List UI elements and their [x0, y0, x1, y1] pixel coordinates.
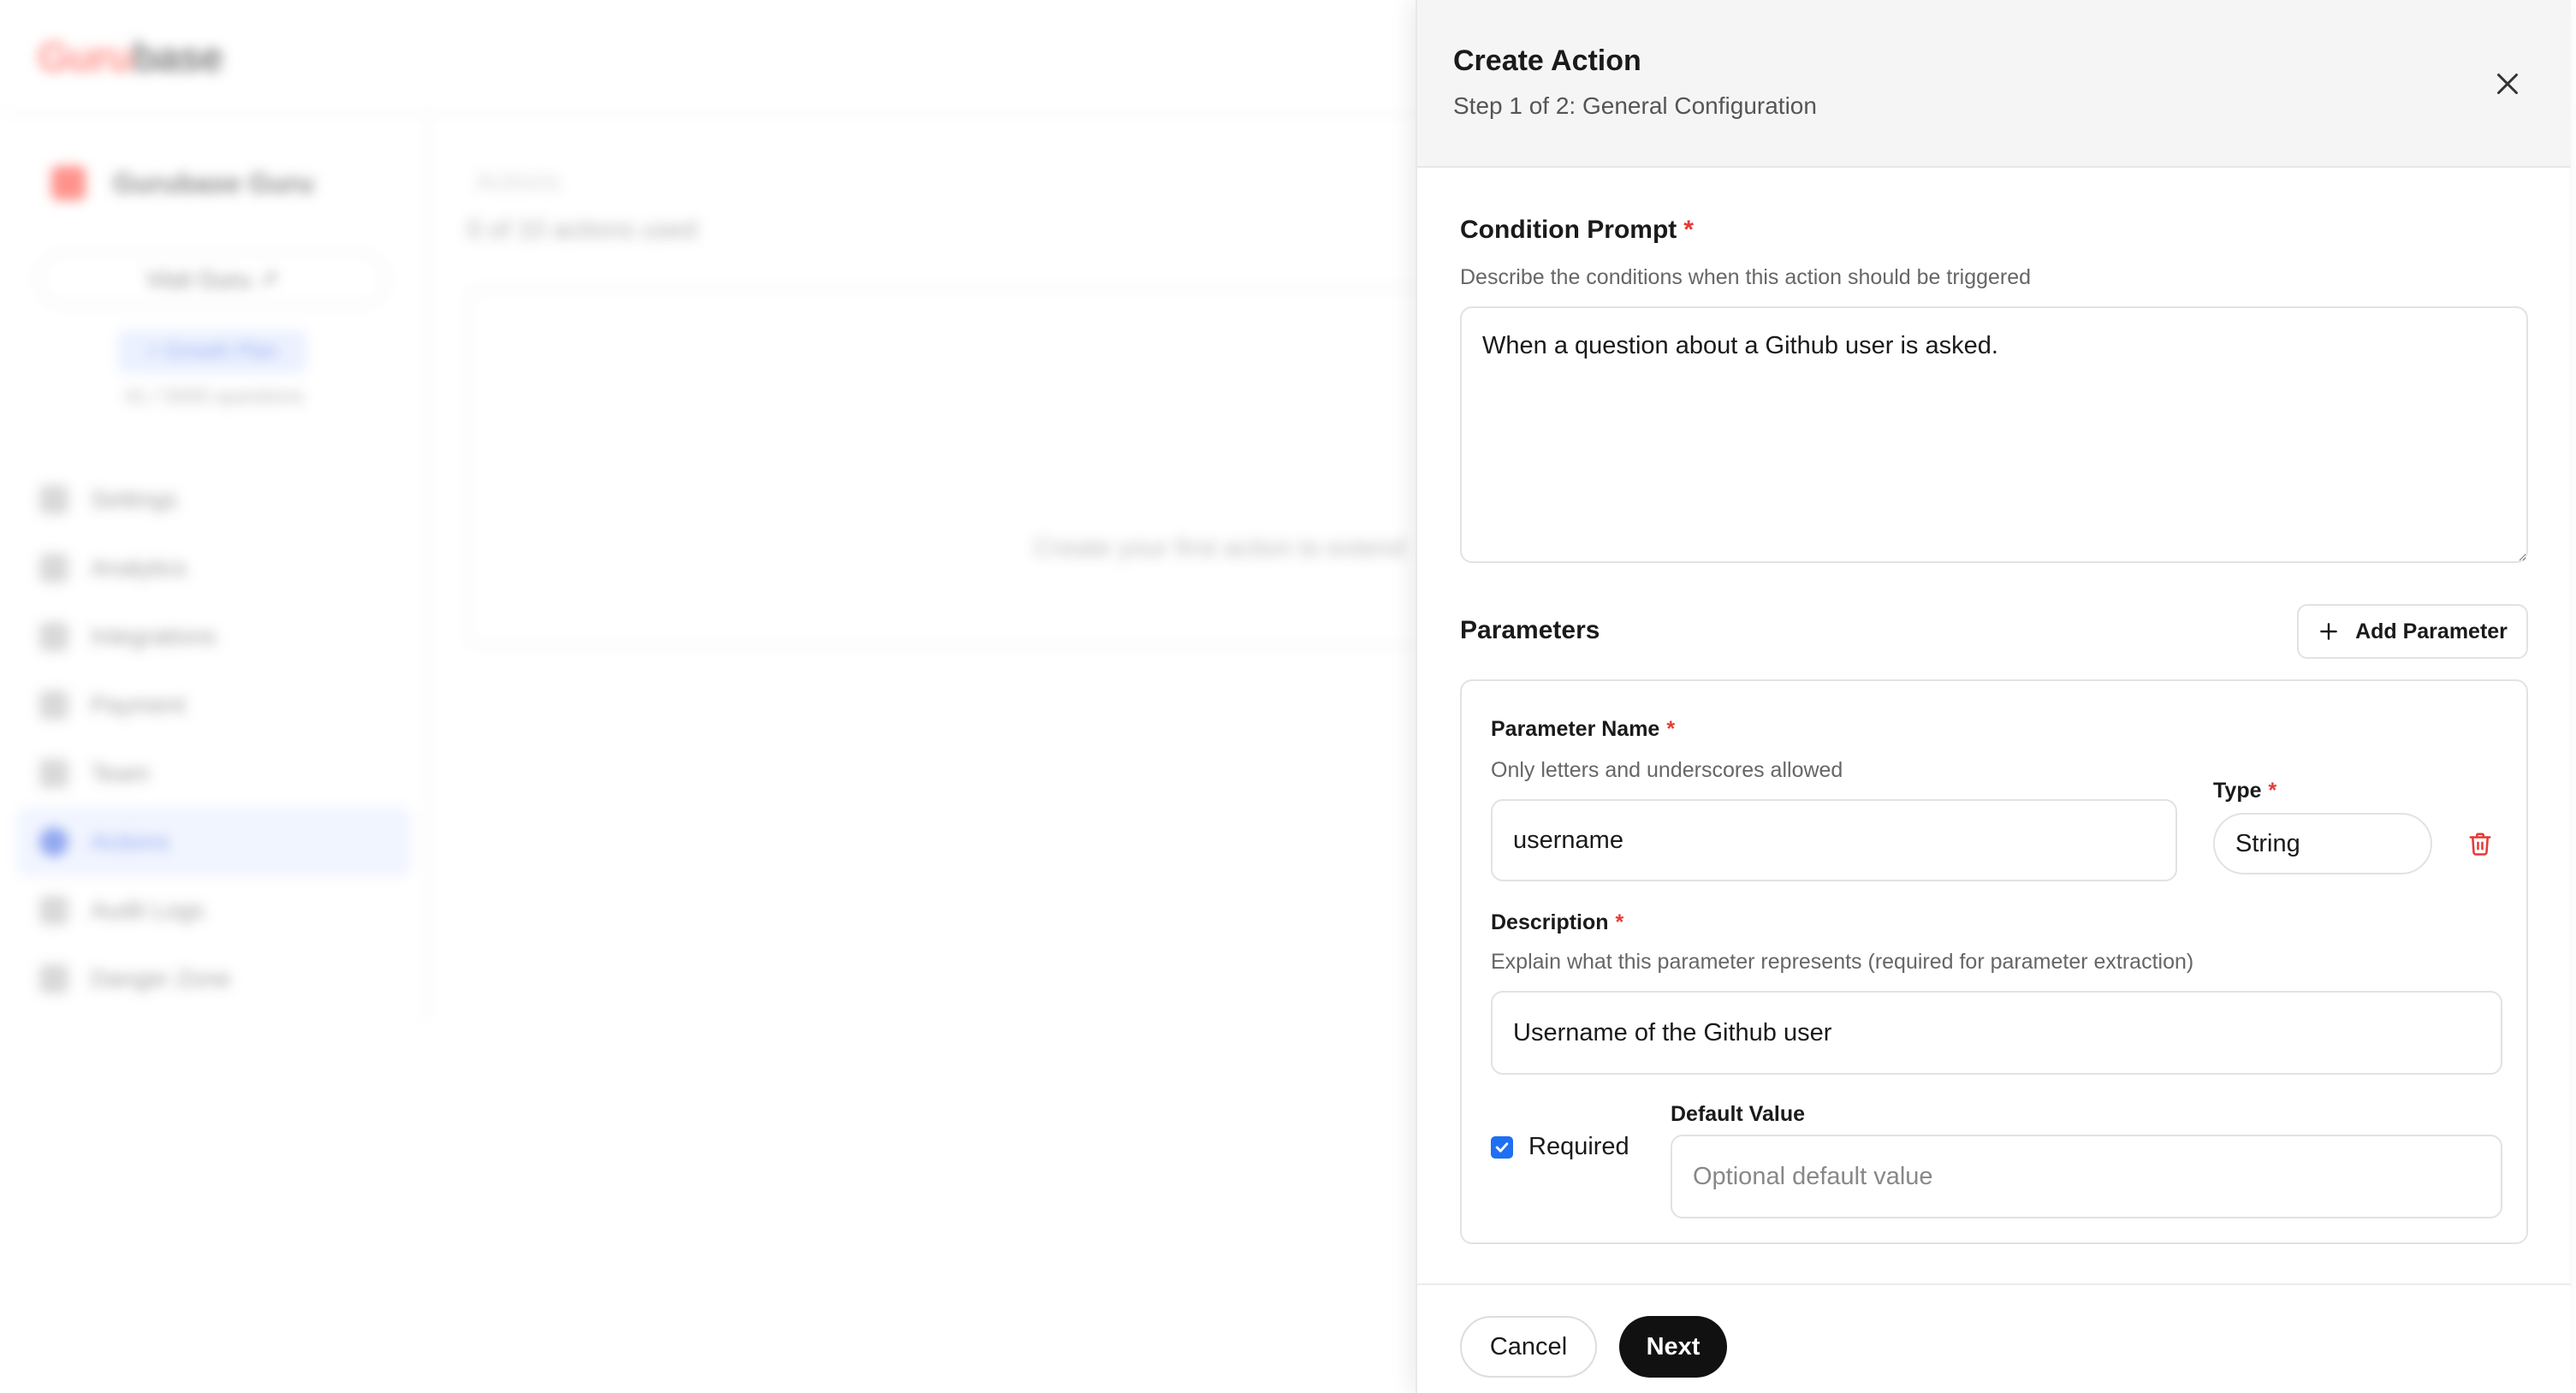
- condition-prompt-label: Condition Prompt *: [1460, 216, 1694, 245]
- required-star: *: [1683, 216, 1694, 244]
- questions-count: 41 / 5000 questions: [124, 385, 304, 408]
- add-parameter-label: Add Parameter: [2355, 619, 2508, 643]
- parameter-name-hint: Only letters and underscores allowed: [1491, 758, 1843, 782]
- delete-parameter-button[interactable]: [2458, 821, 2502, 866]
- guru-name: Gurubase Guru: [113, 167, 314, 199]
- background-sidebar: Gurubase Guru Visit Guru ↗ + Growth Plan…: [0, 115, 428, 1022]
- guru-header: Gurubase Guru: [51, 166, 314, 200]
- condition-prompt-label-text: Condition Prompt: [1460, 216, 1677, 244]
- parameter-type-value: String: [2235, 829, 2300, 857]
- parameter-type-select[interactable]: String: [2213, 813, 2432, 874]
- condition-prompt-hint: Describe the conditions when this action…: [1460, 265, 2032, 289]
- required-star: *: [1615, 910, 1624, 934]
- plug-icon: [39, 622, 68, 651]
- required-label: Required: [1528, 1133, 1629, 1160]
- panel-footer: Cancel Next: [1417, 1283, 2571, 1393]
- sidebar-item-label: Analytics: [91, 554, 187, 581]
- parameter-description-input[interactable]: [1491, 991, 2502, 1075]
- sidebar-item-actions: Actions: [17, 808, 411, 876]
- default-value-input[interactable]: [1671, 1135, 2502, 1218]
- add-parameter-button[interactable]: Add Parameter: [2297, 604, 2528, 659]
- sidebar-item-integrations: Integrations: [17, 602, 411, 671]
- plus-icon: [2320, 623, 2337, 640]
- trash-icon: [2469, 833, 2491, 856]
- required-star: *: [2268, 779, 2277, 803]
- panel-header: Create Action Step 1 of 2: General Confi…: [1417, 0, 2571, 168]
- parameter-type-label-text: Type: [2213, 779, 2262, 803]
- card-icon: [39, 691, 68, 720]
- create-action-panel: Create Action Step 1 of 2: General Confi…: [1416, 0, 2571, 1393]
- parameter-name-label-text: Parameter Name: [1491, 717, 1660, 741]
- sidebar-item-label: Settings: [91, 486, 178, 513]
- required-star: *: [1666, 717, 1676, 741]
- required-checkbox-wrap[interactable]: Required: [1491, 1133, 1629, 1161]
- parameters-label: Parameters: [1460, 616, 1600, 644]
- parameter-description-label-text: Description: [1491, 910, 1609, 934]
- cancel-button[interactable]: Cancel: [1460, 1316, 1597, 1378]
- sidebar-item-settings: Settings: [17, 465, 411, 534]
- sidebar-item-label: Payment: [91, 691, 186, 718]
- gear-icon: [39, 485, 68, 514]
- calendar-icon: [39, 896, 68, 925]
- next-button[interactable]: Next: [1619, 1316, 1727, 1378]
- panel-title: Create Action: [1453, 44, 1641, 77]
- sidebar-item-analytics: Analytics: [17, 534, 411, 602]
- empty-state-text: Create your first action to extend: [1034, 534, 1405, 562]
- empty-state-card: Create your first action to extend: [467, 287, 1580, 647]
- sidebar-item-payment: Payment: [17, 671, 411, 739]
- logo-part-base: base: [132, 35, 223, 80]
- main-subtitle: 0 of 10 actions used: [467, 216, 697, 244]
- logo-part-guru: Guru: [38, 35, 134, 80]
- parameter-name-label: Parameter Name *: [1491, 717, 1675, 742]
- app-logo: Gurubase: [38, 34, 223, 81]
- sidebar-item-label: Danger Zone: [91, 965, 231, 992]
- parameter-type-label: Type *: [2213, 779, 2276, 803]
- guru-avatar: [51, 166, 86, 200]
- sidebar-item-audit-logs: Audit Logs: [17, 876, 411, 945]
- sidebar-item-team: Team: [17, 739, 411, 808]
- actions-icon: [39, 827, 68, 857]
- parameter-description-label: Description *: [1491, 910, 1623, 935]
- chart-icon: [39, 554, 68, 583]
- sidebar-item-label: Actions: [91, 828, 169, 855]
- main-title: Actions: [476, 168, 561, 196]
- condition-prompt-textarea[interactable]: When a question about a Github user is a…: [1460, 306, 2528, 563]
- sidebar-nav: Settings Analytics Integrations Payment …: [17, 465, 411, 1013]
- plan-badge: + Growth Plan: [118, 330, 306, 373]
- users-icon: [39, 759, 68, 788]
- visit-guru-button: Visit Guru ↗: [38, 252, 387, 306]
- sidebar-item-label: Audit Logs: [91, 897, 205, 923]
- user-x-icon: [39, 964, 68, 993]
- check-icon: [1495, 1141, 1509, 1153]
- close-button[interactable]: [2484, 60, 2531, 108]
- sidebar-item-label: Integrations: [91, 623, 217, 649]
- default-value-label: Default Value: [1671, 1102, 1805, 1126]
- panel-subtitle: Step 1 of 2: General Configuration: [1453, 92, 1817, 119]
- sidebar-item-danger-zone: Danger Zone: [17, 945, 411, 1013]
- parameter-name-input[interactable]: [1491, 799, 2177, 881]
- parameter-card: Parameter Name * Only letters and undersc…: [1460, 679, 2528, 1244]
- close-icon: [2497, 74, 2518, 94]
- required-checkbox[interactable]: [1491, 1135, 1513, 1159]
- sidebar-item-label: Team: [91, 760, 150, 786]
- parameter-description-hint: Explain what this parameter represents (…: [1491, 950, 2194, 974]
